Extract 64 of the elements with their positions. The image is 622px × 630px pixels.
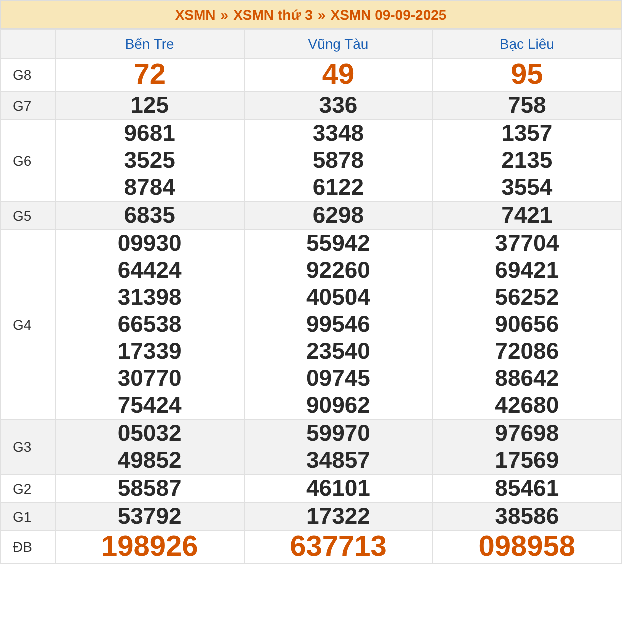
result-number: 56252 (495, 284, 560, 311)
prize-label: ĐB (0, 530, 56, 564)
result-number: 58587 (118, 475, 182, 502)
result-number: 40504 (306, 284, 370, 311)
result-number: 6122 (312, 174, 364, 201)
result-number: 72086 (495, 338, 560, 365)
result-number: 2135 (502, 147, 553, 174)
result-number: 3554 (502, 174, 553, 201)
result-number: 3348 (312, 120, 364, 147)
province-header: Bến Tre (56, 30, 244, 58)
result-number: 49 (322, 59, 355, 91)
result-number: 64424 (118, 257, 182, 284)
result-number: 53792 (118, 503, 182, 530)
result-number: 8784 (124, 174, 176, 201)
result-number: 7421 (502, 202, 553, 229)
result-number: 6298 (312, 202, 364, 229)
result-number: 38586 (495, 503, 560, 530)
result-number: 37704 (495, 230, 560, 257)
breadcrumb-separator: » (318, 6, 326, 22)
result-number: 5878 (312, 147, 364, 174)
result-number: 17339 (118, 338, 182, 365)
result-number: 1357 (502, 120, 553, 147)
result-number: 88642 (495, 365, 560, 392)
result-number: 90656 (495, 311, 560, 338)
result-number: 69421 (495, 257, 560, 284)
result-number: 42680 (495, 392, 560, 419)
result-number: 97698 (495, 420, 560, 447)
result-number: 34857 (306, 447, 370, 474)
result-number: 3525 (124, 147, 176, 174)
result-number: 198926 (101, 531, 198, 563)
result-number: 6835 (124, 202, 176, 229)
result-number: 95 (511, 59, 544, 91)
result-number: 637713 (290, 531, 387, 563)
province-header: Bạc Liêu (432, 30, 622, 58)
result-number: 17322 (306, 503, 370, 530)
province-header: Vũng Tàu (244, 30, 433, 58)
result-number: 125 (130, 92, 170, 119)
result-number: 758 (508, 92, 546, 119)
prize-label: G4 (0, 230, 56, 420)
result-number: 99546 (306, 311, 370, 338)
result-number: 23540 (306, 338, 370, 365)
result-number: 09930 (118, 230, 182, 257)
breadcrumb-link[interactable]: XSMN thứ 3 (234, 6, 313, 22)
result-number: 92260 (306, 257, 370, 284)
result-number: 17569 (495, 447, 560, 474)
result-number: 72 (134, 59, 166, 91)
breadcrumb-separator: » (220, 6, 229, 22)
result-number: 9681 (124, 120, 176, 147)
result-number: 098958 (478, 531, 576, 563)
result-number: 66538 (118, 311, 182, 338)
breadcrumb-link[interactable]: XSMN (175, 6, 216, 22)
result-number: 05032 (118, 420, 182, 447)
result-number: 90962 (306, 392, 370, 419)
result-number: 75424 (118, 392, 182, 419)
result-number: 49852 (118, 447, 182, 474)
result-number: 09745 (306, 365, 370, 392)
result-number: 46101 (306, 475, 370, 502)
result-number: 336 (319, 92, 358, 119)
result-number: 31398 (118, 284, 182, 311)
result-number: 85461 (495, 475, 560, 502)
result-number: 30770 (118, 365, 182, 392)
result-number: 59970 (306, 420, 370, 447)
breadcrumb-link[interactable]: XSMN 09-09-2025 (330, 6, 447, 22)
result-number: 55942 (306, 230, 370, 257)
